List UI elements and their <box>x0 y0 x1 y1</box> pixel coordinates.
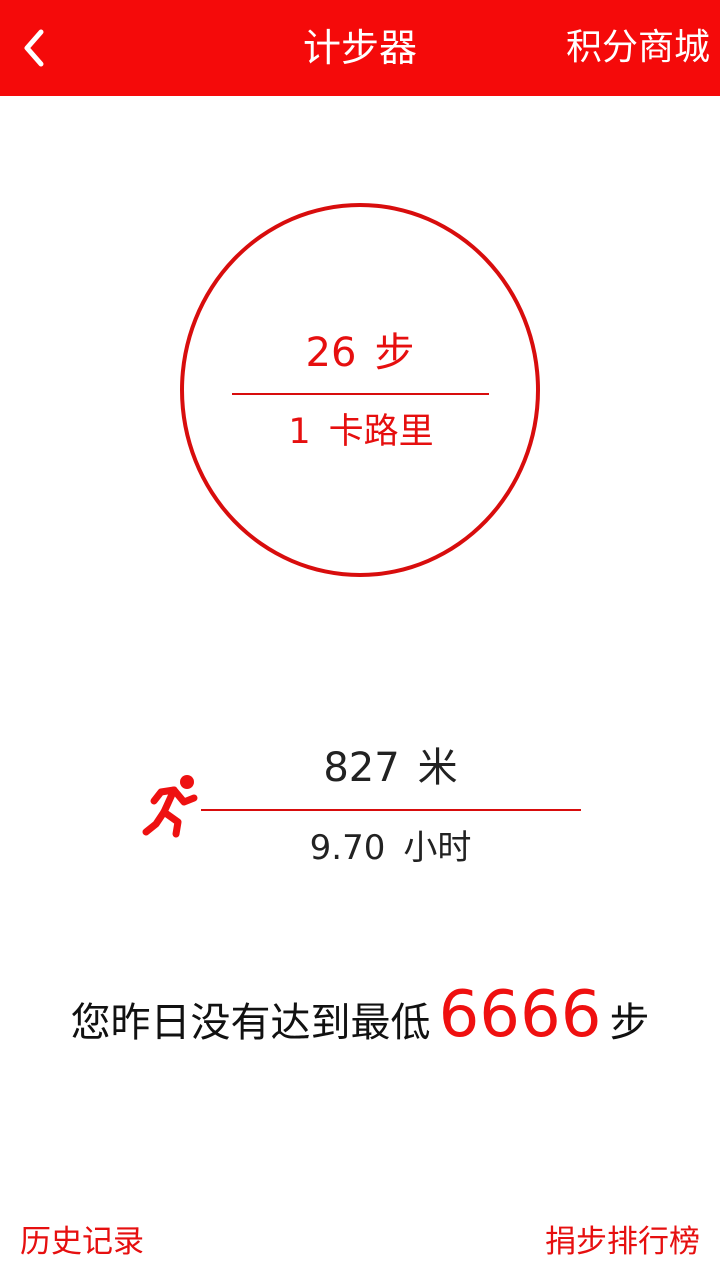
history-link[interactable]: 历史记录 <box>20 1220 144 1264</box>
steps-ring <box>180 203 540 577</box>
distance-display: 827 米 <box>200 738 581 798</box>
duration-unit: 小时 <box>403 828 472 868</box>
distance-unit: 米 <box>417 745 458 791</box>
calories-unit: 卡路里 <box>328 412 434 452</box>
distance-divider <box>201 809 581 811</box>
calories-display: 1 卡路里 <box>0 406 720 458</box>
steps-display: 26 步 <box>0 323 720 383</box>
donation-ranking-link[interactable]: 捐步排行榜 <box>545 1220 700 1264</box>
goal-message: 您昨日没有达到最低 6666 步 <box>0 975 720 1055</box>
goal-prefix: 您昨日没有达到最低 <box>70 1000 431 1046</box>
calories-value: 1 <box>288 412 311 452</box>
runner-icon <box>142 775 198 838</box>
ring-divider <box>232 393 489 395</box>
points-mall-link[interactable]: 积分商城 <box>566 0 710 96</box>
goal-suffix: 步 <box>609 1000 650 1046</box>
steps-value: 26 <box>305 330 357 376</box>
top-bar: 计步器 积分商城 <box>0 0 720 96</box>
duration-display: 9.70 小时 <box>200 822 581 874</box>
goal-number: 6666 <box>438 978 602 1052</box>
steps-unit: 步 <box>374 330 415 376</box>
distance-value: 827 <box>323 745 400 791</box>
duration-value: 9.70 <box>309 828 386 868</box>
